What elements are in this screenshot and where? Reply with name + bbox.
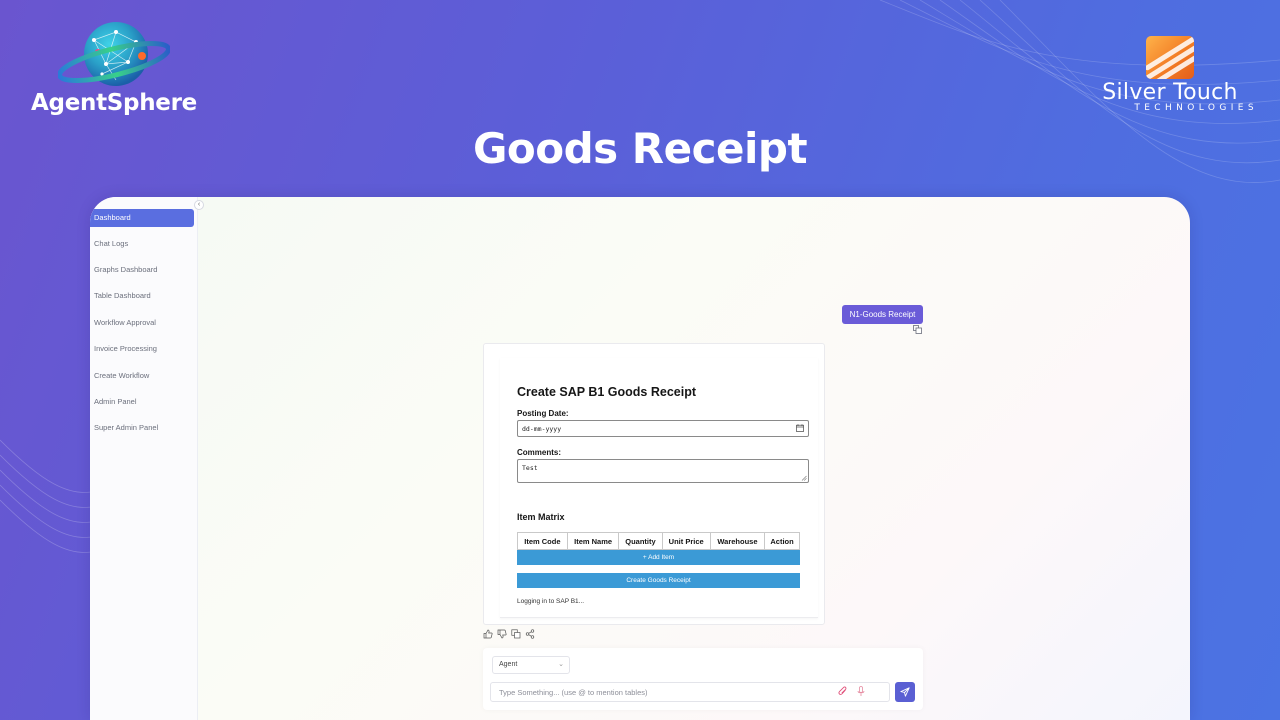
message-actions xyxy=(483,629,535,639)
sidebar: Dashboard Chat Logs Graphs Dashboard Tab… xyxy=(90,197,198,720)
copy-icon[interactable] xyxy=(511,629,521,639)
sidebar-item-chat-logs[interactable]: Chat Logs xyxy=(90,235,194,253)
item-matrix-title: Item Matrix xyxy=(517,512,565,522)
goods-receipt-form: Create SAP B1 Goods Receipt Posting Date… xyxy=(500,358,818,618)
sidebar-item-create-workflow[interactable]: Create Workflow xyxy=(90,367,194,385)
agent-select-value: Agent xyxy=(499,661,518,668)
thumbs-down-icon[interactable] xyxy=(497,629,507,639)
send-icon xyxy=(900,687,910,697)
assistant-response-card: Create SAP B1 Goods Receipt Posting Date… xyxy=(483,343,825,625)
agentsphere-wordmark: AgentSphere xyxy=(31,90,197,116)
create-goods-receipt-button[interactable]: Create Goods Receipt xyxy=(517,573,800,588)
column-header: Unit Price xyxy=(661,532,711,550)
sidebar-item-graphs-dashboard[interactable]: Graphs Dashboard xyxy=(90,261,194,279)
paperclip-icon[interactable] xyxy=(838,686,848,697)
comments-value: Test xyxy=(522,464,538,472)
sidebar-item-dashboard[interactable]: Dashboard xyxy=(90,209,194,227)
column-header: Item Name xyxy=(566,532,620,550)
microphone-icon[interactable] xyxy=(857,686,865,697)
page-title: Goods Receipt xyxy=(472,124,808,173)
background-wave-left xyxy=(0,439,100,553)
posting-date-field[interactable]: dd-mm-yyyy xyxy=(517,420,809,437)
column-header: Warehouse xyxy=(709,532,766,550)
silver-touch-logo: Silver Touch TECHNOLOGIES xyxy=(1080,32,1260,118)
chevron-down-icon: ⌄ xyxy=(558,661,564,668)
posting-date-value: dd-mm-yyyy xyxy=(522,425,562,433)
chat-composer: Agent ⌄ xyxy=(483,648,923,710)
user-message-bubble: N1-Goods Receipt xyxy=(842,305,923,324)
silver-touch-tagline: TECHNOLOGIES xyxy=(1134,103,1258,113)
form-title: Create SAP B1 Goods Receipt xyxy=(517,385,696,399)
resize-grip-icon[interactable] xyxy=(801,475,807,481)
copy-icon[interactable] xyxy=(913,325,922,334)
app-window: Dashboard Chat Logs Graphs Dashboard Tab… xyxy=(90,197,1190,720)
add-item-button[interactable]: + Add Item xyxy=(517,550,800,565)
column-header: Action xyxy=(764,532,800,550)
agentsphere-logo: AgentSphere xyxy=(26,14,206,124)
status-text: Logging in to SAP B1... xyxy=(517,598,585,605)
column-header: Quantity xyxy=(618,532,663,550)
share-icon[interactable] xyxy=(525,629,535,639)
posting-date-label: Posting Date: xyxy=(517,409,569,418)
globe-network-icon xyxy=(58,22,170,86)
sidebar-item-table-dashboard[interactable]: Table Dashboard xyxy=(90,287,194,305)
chevron-left-icon[interactable]: ‹ xyxy=(194,200,204,210)
send-button[interactable] xyxy=(895,682,915,702)
sidebar-item-admin-panel[interactable]: Admin Panel xyxy=(90,393,194,411)
sidebar-item-super-admin-panel[interactable]: Super Admin Panel xyxy=(90,419,194,437)
comments-textarea[interactable]: Test xyxy=(517,459,809,483)
silver-touch-wordmark: Silver Touch xyxy=(1102,80,1238,105)
comments-label: Comments: xyxy=(517,448,562,457)
agent-select[interactable]: Agent ⌄ xyxy=(492,656,570,674)
silver-touch-mark-icon xyxy=(1146,36,1194,79)
thumbs-up-icon[interactable] xyxy=(483,629,493,639)
calendar-icon[interactable] xyxy=(796,424,804,432)
sidebar-item-invoice-processing[interactable]: Invoice Processing xyxy=(90,340,194,358)
column-header: Item Code xyxy=(517,532,568,550)
sidebar-item-workflow-approval[interactable]: Workflow Approval xyxy=(90,314,194,332)
chat-input[interactable] xyxy=(490,682,890,702)
item-matrix-table: Item Code Item Name Quantity Unit Price … xyxy=(517,532,800,550)
